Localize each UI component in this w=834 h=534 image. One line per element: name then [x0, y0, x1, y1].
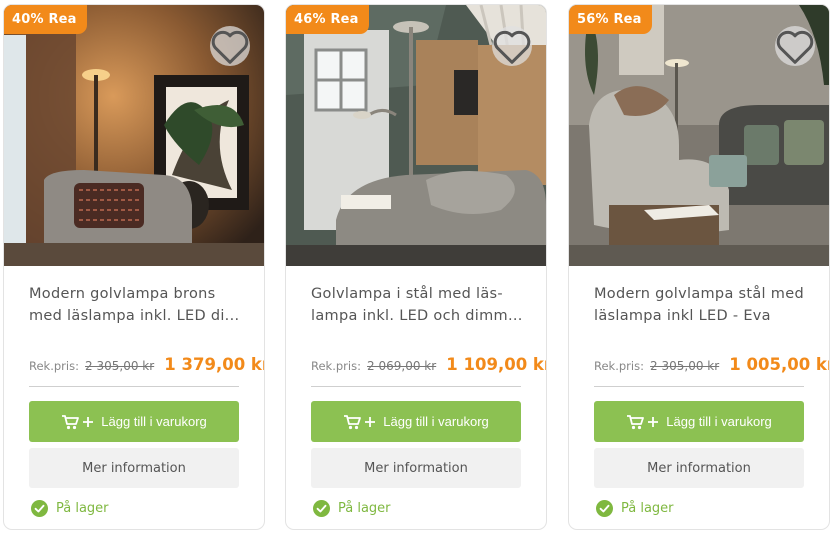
- old-price: 2 069,00 kr: [367, 359, 437, 373]
- wishlist-button[interactable]: [492, 26, 532, 66]
- sale-badge: 40% Rea: [4, 5, 87, 34]
- add-to-cart-label: Lägg till i varukorg: [383, 414, 489, 429]
- stock-label: På lager: [56, 500, 109, 516]
- stock-status: På lager: [31, 499, 109, 517]
- price-row: Rek.pris: 2 305,00 kr 1 379,00 kr: [29, 355, 264, 374]
- wishlist-button[interactable]: [210, 26, 250, 66]
- old-price: 2 305,00 kr: [85, 359, 155, 373]
- sale-price: 1 005,00 kr: [729, 355, 830, 374]
- product-image[interactable]: 46% Rea: [286, 5, 546, 266]
- sale-badge: 56% Rea: [569, 5, 652, 34]
- price-row: Rek.pris: 2 069,00 kr 1 109,00 kr: [311, 355, 546, 374]
- add-to-cart-label: Lägg till i varukorg: [666, 414, 772, 429]
- heart-icon: [776, 30, 814, 64]
- add-to-cart-button[interactable]: Lägg till i varukorg: [29, 401, 239, 442]
- more-info-button[interactable]: Mer information: [311, 448, 521, 488]
- stock-status: På lager: [313, 499, 391, 517]
- price-row: Rek.pris: 2 305,00 kr 1 005,00 kr: [594, 355, 829, 374]
- heart-icon: [493, 30, 531, 64]
- rek-price-label: Rek.pris:: [29, 359, 79, 373]
- cart-plus-icon: [626, 414, 660, 430]
- add-to-cart-button[interactable]: Lägg till i varukorg: [311, 401, 521, 442]
- check-circle-icon: [313, 499, 330, 517]
- more-info-button[interactable]: Mer information: [29, 448, 239, 488]
- product-title[interactable]: Modern golvlampa stål med läslampa inkl …: [594, 283, 814, 329]
- sale-price: 1 379,00 kr: [164, 355, 265, 374]
- stock-label: På lager: [338, 500, 391, 516]
- rek-price-label: Rek.pris:: [311, 359, 361, 373]
- sale-price: 1 109,00 kr: [446, 355, 547, 374]
- cart-plus-icon: [343, 414, 377, 430]
- old-price: 2 305,00 kr: [650, 359, 720, 373]
- wishlist-button[interactable]: [775, 26, 815, 66]
- product-card: 56% Rea Modern golvlampa stål med läslam…: [568, 4, 830, 530]
- product-image[interactable]: 40% Rea: [4, 5, 264, 266]
- heart-icon: [211, 30, 249, 64]
- check-circle-icon: [596, 499, 613, 517]
- product-title[interactable]: Golvlampa i stål med läs-lampa inkl. LED…: [311, 283, 531, 329]
- product-title[interactable]: Modern golvlampa brons med läslampa inkl…: [29, 283, 249, 329]
- add-to-cart-button[interactable]: Lägg till i varukorg: [594, 401, 804, 442]
- check-circle-icon: [31, 499, 48, 517]
- sale-badge: 46% Rea: [286, 5, 369, 34]
- divider: [311, 386, 521, 387]
- product-card: 46% Rea Golvlampa i stål med läs-lampa i…: [285, 4, 547, 530]
- divider: [29, 386, 239, 387]
- more-info-button[interactable]: Mer information: [594, 448, 804, 488]
- add-to-cart-label: Lägg till i varukorg: [101, 414, 207, 429]
- product-card: 40% Rea Modern golvlampa brons med läsla…: [3, 4, 265, 530]
- rek-price-label: Rek.pris:: [594, 359, 644, 373]
- stock-status: På lager: [596, 499, 674, 517]
- product-image[interactable]: 56% Rea: [569, 5, 829, 266]
- cart-plus-icon: [61, 414, 95, 430]
- divider: [594, 386, 804, 387]
- stock-label: På lager: [621, 500, 674, 516]
